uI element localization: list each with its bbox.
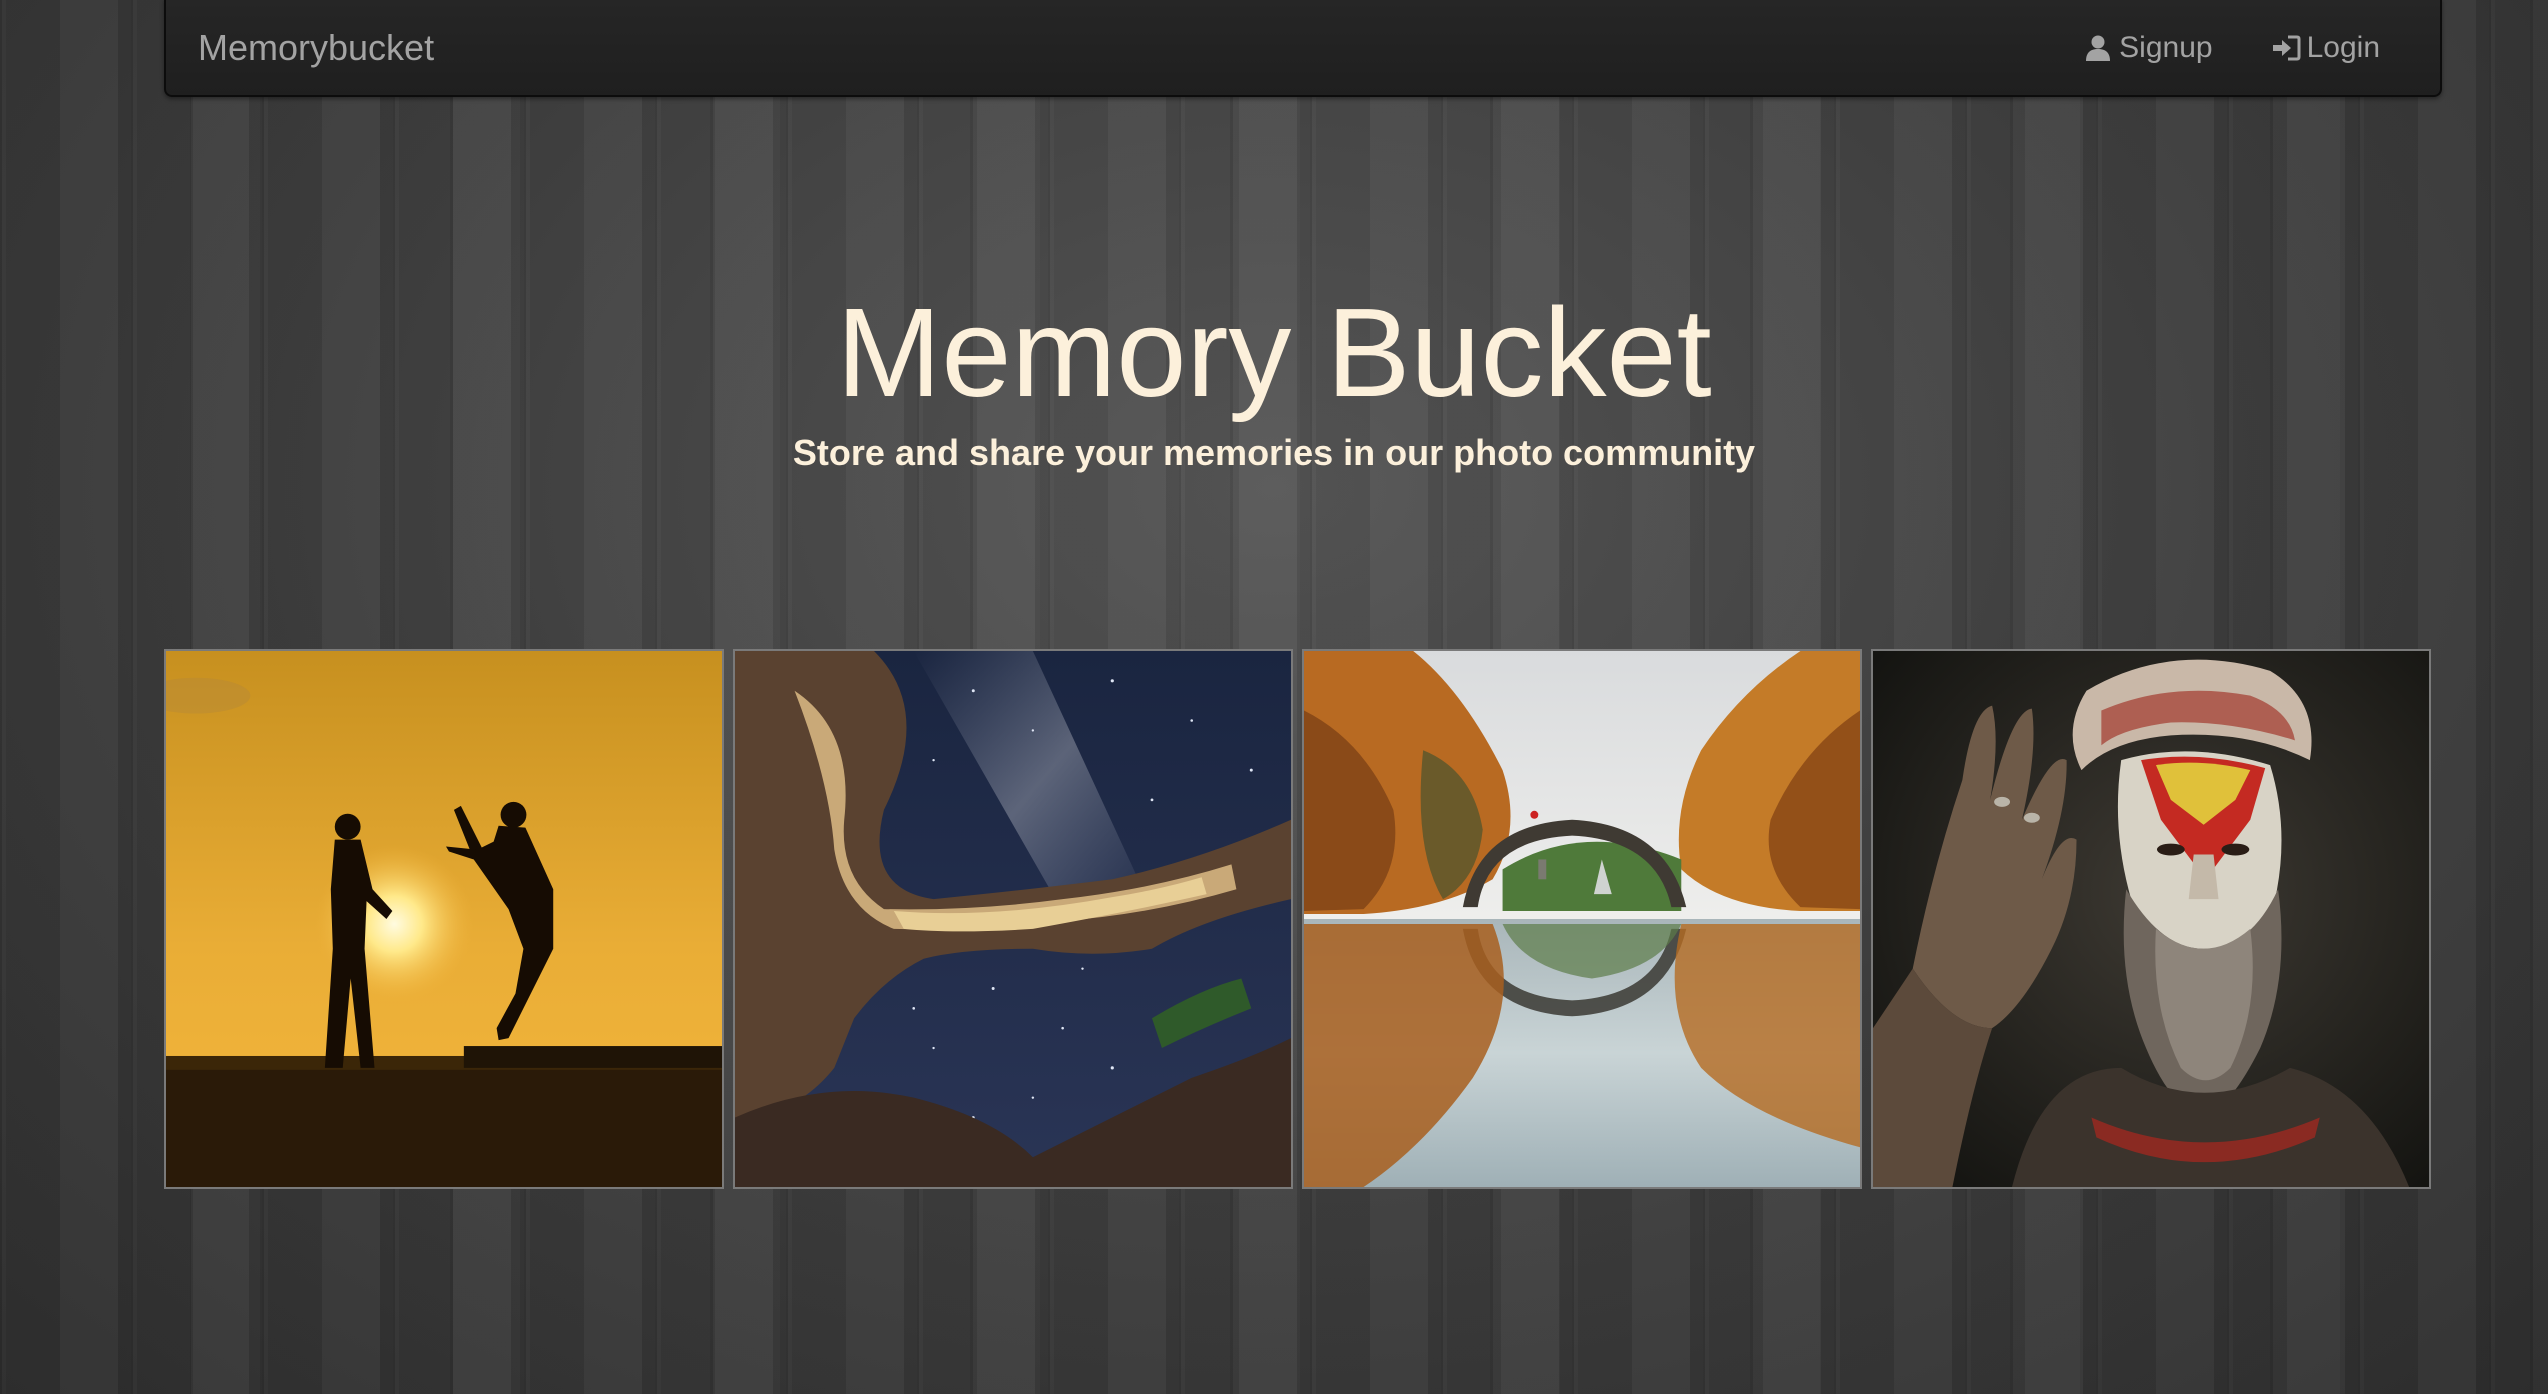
page-title: Memory Bucket [836, 282, 1712, 423]
photo-gallery [164, 649, 2431, 1189]
brand-link[interactable]: Memorybucket [198, 0, 434, 97]
silhouettes-sunset-photo[interactable] [164, 649, 724, 1189]
autumn-bridge-reflection-photo[interactable] [1302, 649, 1862, 1189]
starry-sky-rock-arch-photo[interactable] [733, 649, 1293, 1189]
login-link[interactable]: Login [2271, 31, 2380, 65]
signup-label: Signup [2119, 30, 2213, 64]
nav-links: Signup Login [2083, 0, 2380, 97]
signup-link[interactable]: Signup [2083, 30, 2213, 65]
painted-face-portrait-photo[interactable] [1871, 649, 2431, 1189]
user-icon [2083, 33, 2113, 63]
navbar: Memorybucket Signup Login [164, 0, 2442, 97]
login-icon [2271, 33, 2301, 63]
page-subtitle: Store and share your memories in our pho… [792, 432, 1756, 473]
login-label: Login [2306, 30, 2380, 64]
